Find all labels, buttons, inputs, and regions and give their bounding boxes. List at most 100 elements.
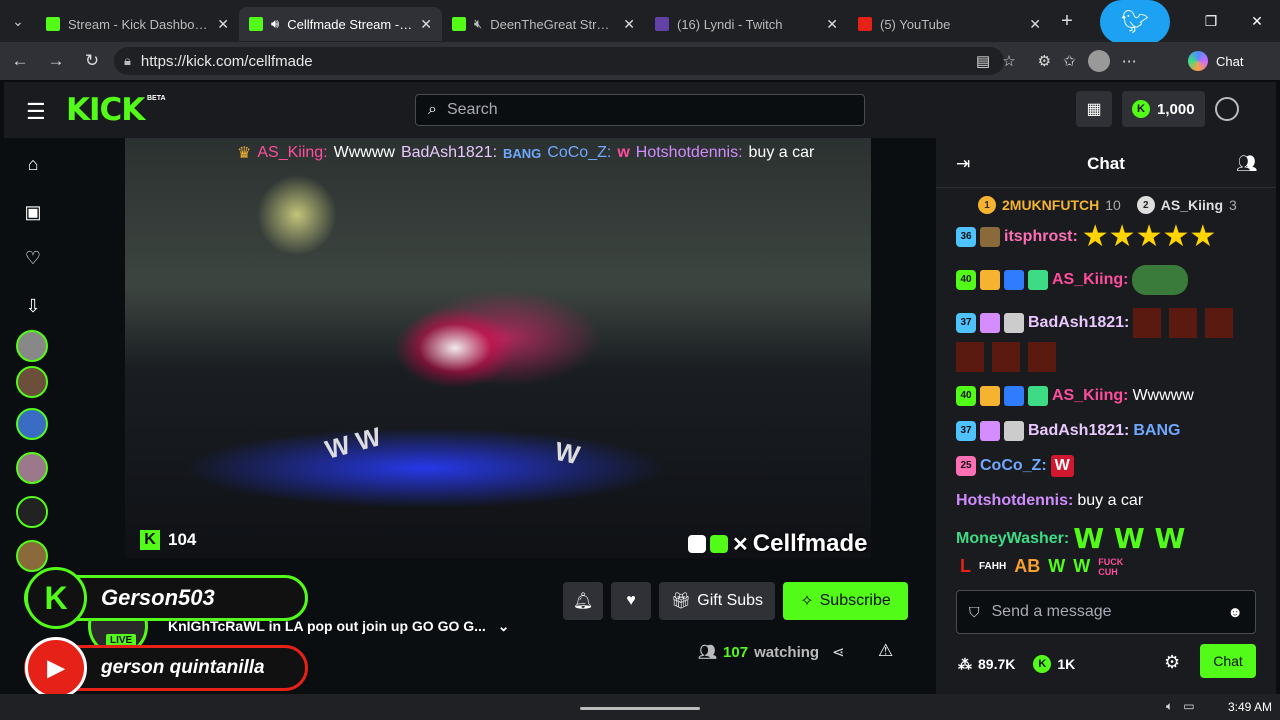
new-tab-icon[interactable]: +	[1051, 10, 1083, 33]
follow-heart-button[interactable]: ♥	[611, 582, 651, 620]
emote-item[interactable]: FAHH	[979, 561, 1006, 572]
url-text: https://kick.com/cellfmade	[140, 52, 313, 70]
volume-icon[interactable]: 🔈︎	[1166, 699, 1173, 714]
browser-tab[interactable]: Stream - Kick Dashboard ✕	[36, 7, 239, 41]
chat-username[interactable]: AS_Kiing:	[1052, 385, 1128, 407]
reader-mode-icon[interactable]: ▤	[976, 52, 990, 70]
close-tab-icon[interactable]: ✕	[1029, 16, 1041, 33]
taskbar-handle[interactable]	[580, 707, 700, 710]
profile-avatar[interactable]	[1087, 50, 1110, 72]
channel-avatar[interactable]	[16, 496, 48, 528]
subscribe-button[interactable]: ✧ Subscribe	[783, 582, 908, 620]
user-avatar-icon[interactable]	[1214, 97, 1239, 121]
chat-text: W	[1050, 455, 1074, 477]
gift-subs-button[interactable]: 🎁︎ Gift Subs	[659, 582, 775, 620]
browser-tab[interactable]: 🔇︎ DeenTheGreat Stream - ✕	[442, 7, 645, 41]
message-input-box[interactable]: ⛉ ☻	[956, 590, 1256, 634]
chat-username[interactable]: Hotshotdennis:	[956, 490, 1073, 512]
search-input[interactable]	[446, 101, 827, 119]
tab-label: DeenTheGreat Stream -	[490, 16, 615, 32]
favorite-star-icon[interactable]: ☆	[1002, 52, 1015, 70]
chat-username[interactable]: CoCo_Z:	[980, 455, 1047, 477]
chevron-down-icon[interactable]: ⌄	[498, 618, 510, 634]
chat-overlay: ♛ AS_Kiing: Wwwww BadAsh1821: BANG CoCo_…	[125, 142, 871, 164]
kick-logo[interactable]: KICK	[66, 92, 145, 128]
kick-favicon-icon	[46, 17, 60, 31]
chat-username[interactable]: itsphrost:	[1004, 226, 1078, 248]
following-heart-icon[interactable]: ♡	[22, 248, 44, 270]
top-right-controls: ▦ K 1,000	[1076, 91, 1239, 127]
favorites-icon[interactable]: ✩	[1063, 52, 1076, 70]
twitter-bird-icon: 🐦︎	[1100, 0, 1170, 44]
browse-icon[interactable]: ▣	[22, 202, 44, 224]
sub-badge: 37	[956, 313, 976, 333]
chat-username[interactable]: BadAsh1821:	[1028, 312, 1129, 334]
url-field[interactable]: 🔒︎ https://kick.com/cellfmade	[114, 47, 1004, 75]
chat-username[interactable]: BadAsh1821:	[1028, 420, 1129, 442]
emoji-icon[interactable]: ☻	[1227, 604, 1243, 621]
tab-label: (16) Lyndi - Twitch	[677, 16, 783, 32]
og-badge-icon	[1004, 386, 1024, 406]
chat-username[interactable]: MoneyWasher:	[956, 528, 1069, 550]
close-tab-icon[interactable]: ✕	[826, 16, 838, 33]
back-arrow-icon[interactable]: ←	[2, 42, 38, 80]
emote-item[interactable]: FUCK CUH	[1098, 557, 1128, 577]
emote-item[interactable]: L	[960, 556, 971, 577]
channel-avatar[interactable]	[16, 330, 48, 362]
chat-send-button[interactable]: Chat	[1200, 644, 1256, 678]
kick-top-nav: ☰ KICK BETA ⌕ ▦ K 1,000	[4, 82, 1276, 138]
reload-icon[interactable]: ↻	[74, 42, 110, 80]
clock[interactable]: 3:49 AM	[1228, 700, 1272, 714]
share-icon[interactable]: ⋖	[832, 643, 845, 661]
battery-icon[interactable]: ▭	[1183, 699, 1194, 714]
channel-avatar[interactable]	[16, 408, 48, 440]
browser-tab-active[interactable]: 🔊︎ Cellfmade Stream - Wa ✕	[239, 7, 442, 41]
tab-menu-chevron-icon[interactable]: ⌄	[0, 0, 36, 42]
subscribe-label: Subscribe	[819, 592, 891, 609]
box-badge-icon	[980, 227, 1000, 247]
overlay-message: Wwwww	[333, 144, 395, 161]
overlay-user: Hotshotdennis:	[635, 144, 743, 161]
chat-message: 25 CoCo_Z: W	[956, 455, 1272, 477]
emote-item[interactable]: W	[1048, 556, 1065, 577]
chat-settings-gear-icon[interactable]: ⚙	[1164, 652, 1180, 673]
hamburger-menu-icon[interactable]: ☰	[26, 99, 46, 125]
chat-message: 36 itsphrost: ★★★★★	[956, 222, 1272, 252]
channel-avatar[interactable]	[16, 366, 48, 398]
dashboard-icon[interactable]: ▦	[1076, 91, 1112, 127]
categories-icon[interactable]: ⇩	[22, 296, 44, 318]
forward-arrow-icon[interactable]: →	[38, 42, 74, 80]
channel-avatar[interactable]	[16, 452, 48, 484]
close-tab-icon[interactable]: ✕	[623, 16, 635, 33]
extensions-icon[interactable]: ⚙	[1038, 52, 1051, 70]
youtube-username: gerson quintanilla	[101, 657, 265, 678]
gifter-count: 10	[1105, 197, 1121, 213]
site-info-icon[interactable]: 🔒︎	[124, 53, 131, 69]
chat-username[interactable]: AS_Kiing:	[1052, 269, 1128, 291]
emote-item[interactable]: AB	[1014, 556, 1040, 577]
restore-window-icon[interactable]: ❐	[1188, 0, 1234, 42]
message-input[interactable]	[991, 603, 1216, 621]
report-warning-icon[interactable]: ⚠	[878, 641, 893, 661]
kicks-balance-button[interactable]: K 1,000	[1122, 91, 1205, 127]
channel-avatar[interactable]	[16, 540, 48, 572]
followers-icon: ⁂	[958, 655, 972, 672]
emote-item[interactable]: W	[1073, 556, 1090, 577]
close-window-icon[interactable]: ✕	[1234, 0, 1280, 42]
kick-social-banner: K Gerson503	[24, 567, 308, 629]
home-icon[interactable]: ⌂	[22, 154, 44, 176]
chat-title: Chat	[1087, 154, 1125, 173]
chat-users-icon[interactable]: 👥︎	[1236, 154, 1258, 174]
gift-subs-label: Gift Subs	[697, 592, 764, 609]
notification-bell-button[interactable]: 🔔︎	[563, 582, 603, 620]
browser-tab[interactable]: (5) YouTube ✕	[848, 7, 1051, 41]
browser-tab-bar: ⌄ Stream - Kick Dashboard ✕ 🔊︎ Cellfmade…	[0, 0, 1280, 42]
close-tab-icon[interactable]: ✕	[420, 16, 432, 33]
more-options-icon[interactable]: ⋯	[1122, 52, 1137, 70]
gift-badge-icon	[980, 313, 1000, 333]
browser-tab[interactable]: (16) Lyndi - Twitch ✕	[645, 7, 848, 41]
copilot-chat-button[interactable]: Chat	[1188, 51, 1243, 71]
search-box[interactable]: ⌕	[415, 94, 865, 126]
close-tab-icon[interactable]: ✕	[217, 16, 229, 33]
video-player[interactable]: W W W	[125, 138, 871, 558]
